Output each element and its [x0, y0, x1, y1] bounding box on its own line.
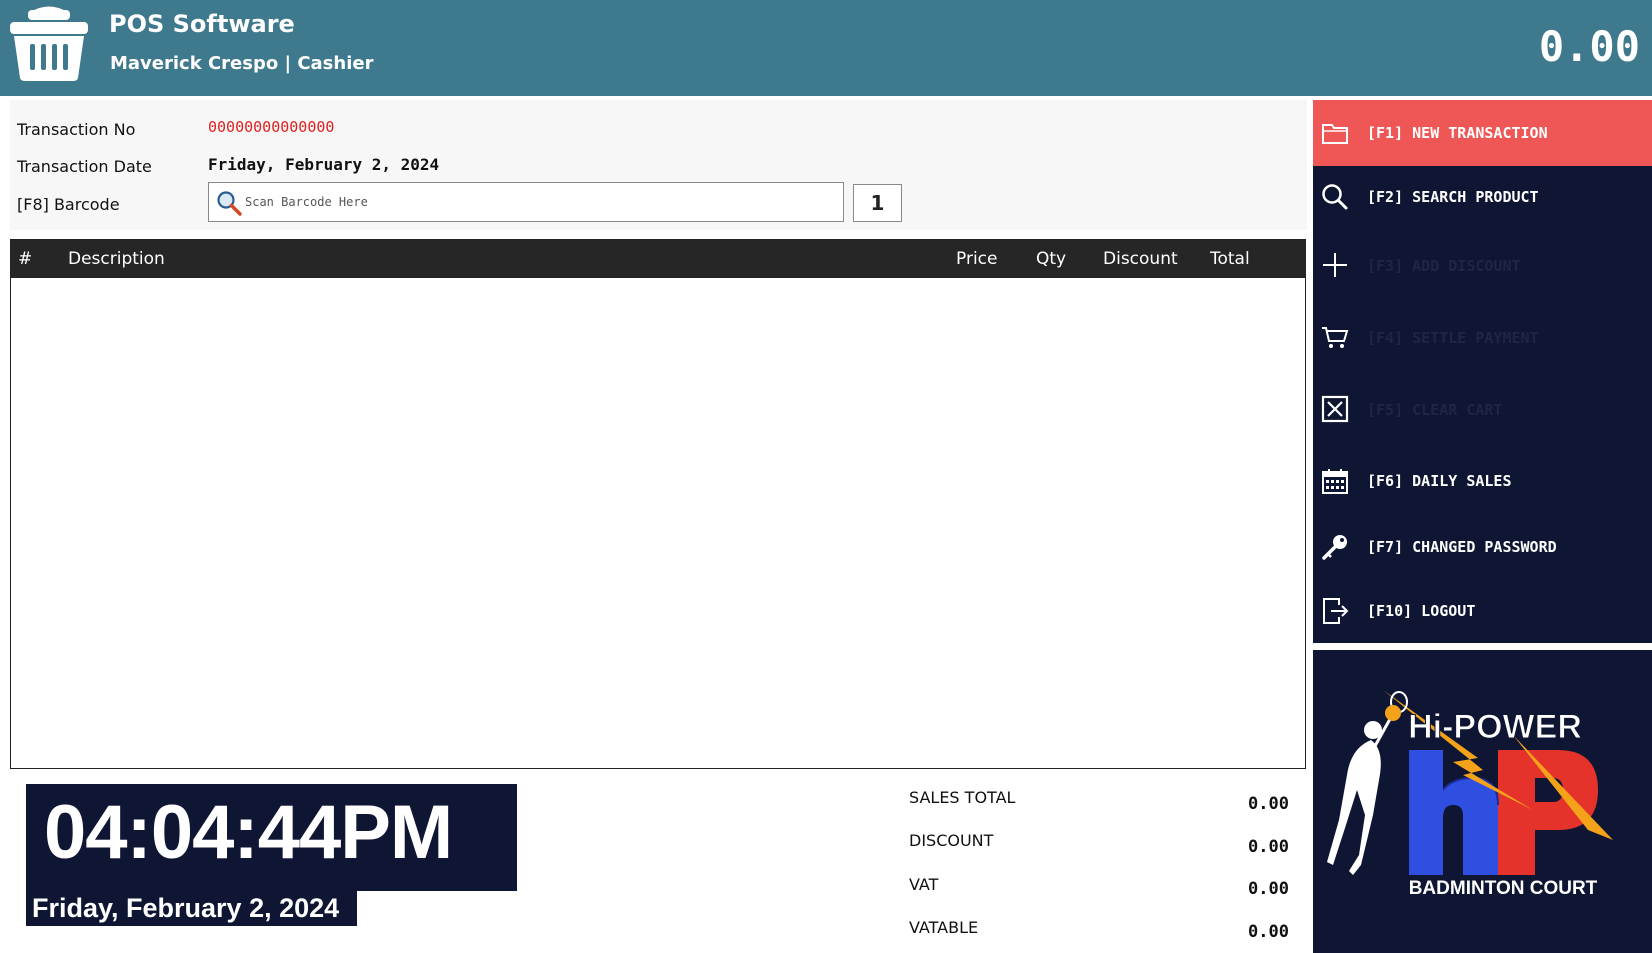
clock-date-panel: Friday, February 2, 2024	[26, 889, 357, 926]
menu-item-settle-payment[interactable]: [F4] SETTLE PAYMENT	[1313, 304, 1652, 370]
calendar-icon	[1322, 469, 1348, 494]
grand-total-display: 0.00	[1538, 22, 1640, 71]
barcode-field[interactable]	[208, 182, 844, 222]
transaction-no-value: 00000000000000	[208, 118, 335, 136]
menu-item-add-discount[interactable]: [F3] ADD DISCOUNT	[1313, 232, 1652, 298]
menu-label: [F6] DAILY SALES	[1367, 472, 1512, 490]
menu-item-clear-cart[interactable]: [F5] CLEAR CART	[1313, 376, 1652, 442]
column-header-total: Total	[1210, 249, 1250, 269]
transaction-info-panel: Transaction No 00000000000000 Transactio…	[10, 100, 1307, 230]
menu-label: [F4] SETTLE PAYMENT	[1367, 329, 1539, 347]
brand-name: Hi-POWER	[1408, 708, 1582, 746]
menu-item-new-transaction[interactable]: [F1] NEW TRANSACTION	[1313, 100, 1652, 166]
transaction-no-label: Transaction No	[17, 120, 136, 139]
menu-item-logout[interactable]: [F10] LOGOUT	[1313, 580, 1652, 646]
discount-label: DISCOUNT	[909, 831, 994, 850]
vat-label: VAT	[909, 875, 939, 894]
menu-label: [F3] ADD DISCOUNT	[1367, 257, 1521, 275]
column-header-description: Description	[68, 249, 165, 269]
brand-logo-panel: Hi-POWER BADMINTON COURT	[1313, 650, 1652, 953]
search-icon	[1322, 184, 1348, 210]
sales-total-value: 0.00	[1248, 794, 1289, 814]
column-header-price: Price	[956, 249, 998, 269]
menu-item-changed-password[interactable]: [F7] CHANGED PASSWORD	[1313, 514, 1652, 580]
cart-icon	[1322, 327, 1349, 348]
table-header: # Description Price Qty Discount Total	[11, 240, 1305, 278]
search-icon	[217, 191, 242, 216]
app-title: POS Software	[109, 10, 295, 38]
plus-icon	[1323, 253, 1347, 277]
menu-item-daily-sales[interactable]: [F6] DAILY SALES	[1313, 448, 1652, 514]
app-header: POS Software Maverick Crespo | Cashier 0…	[0, 0, 1652, 96]
menu-label: [F10] LOGOUT	[1367, 602, 1476, 620]
logout-icon	[1323, 598, 1349, 624]
shopping-basket-icon	[10, 6, 88, 81]
vatable-label: VATABLE	[909, 918, 979, 937]
barcode-input[interactable]	[245, 187, 835, 217]
hi-power-badminton-logo: Hi-POWER BADMINTON COURT	[1327, 690, 1613, 899]
vatable-value: 0.00	[1248, 922, 1289, 942]
barcode-label: [F8] Barcode	[17, 195, 120, 214]
vat-value: 0.00	[1248, 879, 1289, 899]
clock-panel: 04:04:44PM	[26, 784, 517, 891]
quantity-input[interactable]: 1	[853, 184, 902, 222]
clock-date: Friday, February 2, 2024	[32, 893, 340, 923]
clock-time: 04:04:44PM	[44, 790, 453, 875]
column-header-number: #	[18, 249, 33, 269]
menu-item-search-product[interactable]: [F2] SEARCH PRODUCT	[1313, 166, 1652, 232]
key-icon	[1322, 535, 1347, 560]
close-box-icon	[1321, 395, 1349, 423]
transaction-date-label: Transaction Date	[17, 157, 152, 176]
menu-label: [F1] NEW TRANSACTION	[1367, 124, 1548, 142]
folder-icon	[1322, 124, 1348, 144]
brand-tagline: BADMINTON COURT	[1409, 878, 1598, 899]
user-info: Maverick Crespo | Cashier	[110, 53, 374, 74]
transaction-date-value: Friday, February 2, 2024	[208, 155, 440, 174]
sidebar-menu: [F1] NEW TRANSACTION [F2] SEARCH PRODUCT…	[1313, 100, 1652, 643]
cart-table[interactable]: # Description Price Qty Discount Total	[10, 239, 1306, 769]
discount-value: 0.00	[1248, 837, 1289, 857]
column-header-discount: Discount	[1103, 249, 1178, 269]
menu-label: [F7] CHANGED PASSWORD	[1367, 538, 1557, 556]
menu-label: [F2] SEARCH PRODUCT	[1367, 188, 1539, 206]
sales-total-label: SALES TOTAL	[909, 788, 1016, 807]
column-header-qty: Qty	[1036, 249, 1067, 269]
menu-label: [F5] CLEAR CART	[1367, 401, 1503, 419]
